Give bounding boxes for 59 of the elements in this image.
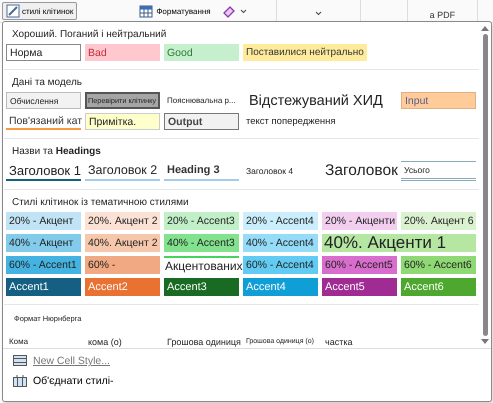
cell-style-item[interactable]: Відстежуваний ХИД	[243, 92, 397, 109]
cell-style-item[interactable]: 60% - Accent1	[6, 256, 81, 274]
cell-style-item[interactable]: Heading 3	[164, 161, 239, 181]
cell-style-item[interactable]: 60% - Accent4	[243, 256, 318, 274]
format-button[interactable]: Форматування	[137, 4, 213, 18]
cell-style-item[interactable]: 20% - Акценти	[322, 212, 397, 230]
cell-style-item[interactable]: 20% - Accent4	[243, 212, 318, 230]
cell-style-item[interactable]: Обчислення	[6, 92, 81, 109]
cell-style-item[interactable]: Примітка.	[85, 113, 160, 130]
cell-style-item[interactable]: 40% - Акцент	[6, 234, 81, 252]
cell-style-item[interactable]: кома (о)	[85, 333, 160, 348]
cell-style-item[interactable]: 40% - Accent3	[164, 234, 239, 252]
cell-style-item[interactable]: частка	[322, 333, 397, 348]
cell-style-item[interactable]: 40%. Акцент 2	[85, 234, 160, 252]
cell-style-item[interactable]: Accent1	[6, 278, 81, 296]
cell-style-item[interactable]: Заголовок 4	[243, 161, 318, 181]
caret-icon	[240, 8, 247, 14]
cell-style-item[interactable]: Input	[401, 92, 476, 109]
cell-style-item[interactable]: 20%. Акцент 6	[401, 212, 476, 230]
table-icon	[13, 375, 27, 387]
section-title: Дані та модель	[11, 76, 83, 90]
cell-style-item[interactable]: 20%. Акцент 2	[85, 212, 160, 230]
eraser-icon	[222, 4, 236, 18]
grid-icon	[13, 355, 27, 367]
cell-style-item[interactable]: Поставилися нейтрально	[243, 44, 367, 61]
cell-style-item[interactable]: Пояснювальна р...	[164, 92, 239, 109]
cell-style-item[interactable]: Грошова одиниця	[164, 333, 244, 348]
cell-style-item[interactable]: Норма	[6, 44, 81, 61]
cell-style-item[interactable]: 60% - Accent5	[322, 256, 397, 274]
cell-style-item[interactable]: 40% - Accent4	[243, 234, 318, 252]
cell-style-item[interactable]: Bad	[85, 44, 160, 61]
cell-style-label: Акцентованих	[164, 258, 244, 274]
cell-style-item[interactable]: 40%. Акценти 1	[322, 234, 476, 252]
cell-style-item[interactable]: Good	[164, 44, 239, 61]
cell-style-item[interactable]: Accent5	[322, 278, 397, 296]
section-title: Хороший. Поганий і нейтральний	[11, 28, 168, 42]
cell-style-item[interactable]: 20% - Accent3	[164, 212, 239, 230]
cell-style-item[interactable]: Кома	[6, 333, 81, 348]
cell-style-item[interactable]: Output	[164, 113, 239, 130]
cell-style-item[interactable]: 60% -	[85, 256, 160, 274]
cell-style-item[interactable]: Заголовок 2	[85, 161, 160, 181]
cell-styles-button[interactable]: стилі клітинок	[2, 2, 78, 20]
cell-style-item[interactable]: Accent3	[164, 278, 239, 296]
cell-style-item[interactable]: Заголовок 1	[6, 161, 81, 181]
cell-style-item[interactable]: Заголовок	[322, 161, 397, 181]
menu-item[interactable]: Об'єднати стилі-	[13, 374, 114, 388]
scroll-up-icon	[481, 26, 489, 31]
cell-style-item[interactable]: 60% - Accent6	[401, 256, 476, 274]
section-title: Назви та Headings	[11, 145, 102, 159]
cell-style-item[interactable]: 20% - Акцент	[6, 212, 81, 230]
section-title: Стилі клітинок із тематичною стилями	[11, 196, 190, 210]
export-label: a PDF	[430, 10, 456, 22]
cell-style-item[interactable]: текст попередження	[243, 113, 339, 130]
cell-style-item[interactable]: Усього	[401, 161, 476, 181]
scroll-thumb[interactable]	[482, 34, 488, 336]
scroll-down-icon	[481, 339, 489, 344]
cell-style-item[interactable]: Пов'язаний кат	[6, 113, 81, 130]
caret-icon	[314, 11, 322, 16]
table-icon	[139, 4, 154, 18]
